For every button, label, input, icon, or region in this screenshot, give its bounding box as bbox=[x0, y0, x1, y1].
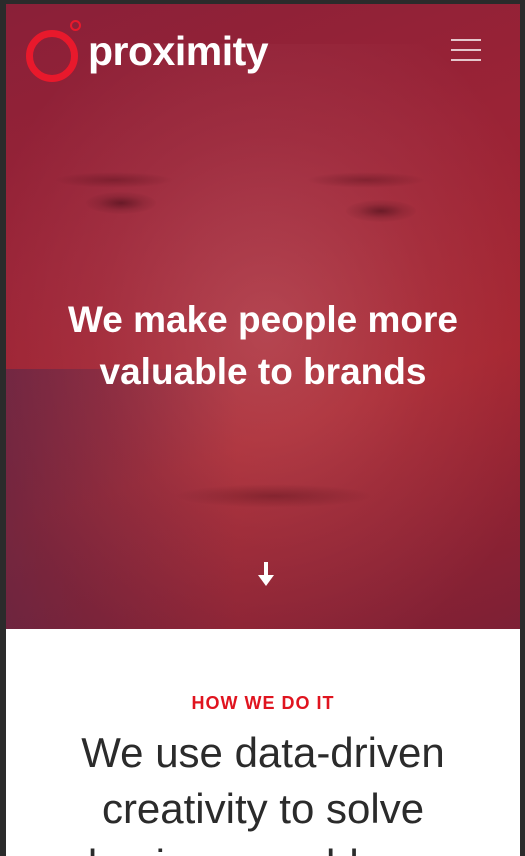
hamburger-menu-icon[interactable] bbox=[451, 36, 483, 64]
proximity-logo[interactable]: proximity bbox=[26, 20, 269, 82]
section-title-line: We use data-driven bbox=[81, 729, 445, 776]
section-title: We use data-driven creativity to solve b… bbox=[6, 725, 520, 856]
section-eyebrow: HOW WE DO IT bbox=[191, 693, 335, 713]
hero-headline-line: valuable to brands bbox=[99, 351, 427, 392]
arrow-down-icon[interactable] bbox=[255, 560, 277, 588]
hero-face-shading bbox=[86, 192, 156, 214]
section-title-line: creativity to solve bbox=[101, 785, 425, 832]
hero-banner: proximity We make people more valuable t… bbox=[6, 4, 520, 629]
logo-wordmark: proximity bbox=[88, 27, 269, 74]
hero-headline-line: We make people more bbox=[67, 299, 459, 340]
hero-face-shading bbox=[306, 172, 426, 188]
hero-face-shading bbox=[346, 200, 416, 222]
hero-face-shading bbox=[174, 484, 374, 508]
section-title-line: business problems bbox=[6, 837, 520, 856]
proximity-logo-icon bbox=[26, 20, 81, 82]
hero-headline: We make people more valuable to brands bbox=[6, 294, 520, 398]
hero-face-shading bbox=[54, 172, 174, 188]
browser-viewport: proximity We make people more valuable t… bbox=[6, 4, 520, 856]
how-we-do-it-section: HOW WE DO IT We use data-driven creativi… bbox=[6, 629, 520, 856]
